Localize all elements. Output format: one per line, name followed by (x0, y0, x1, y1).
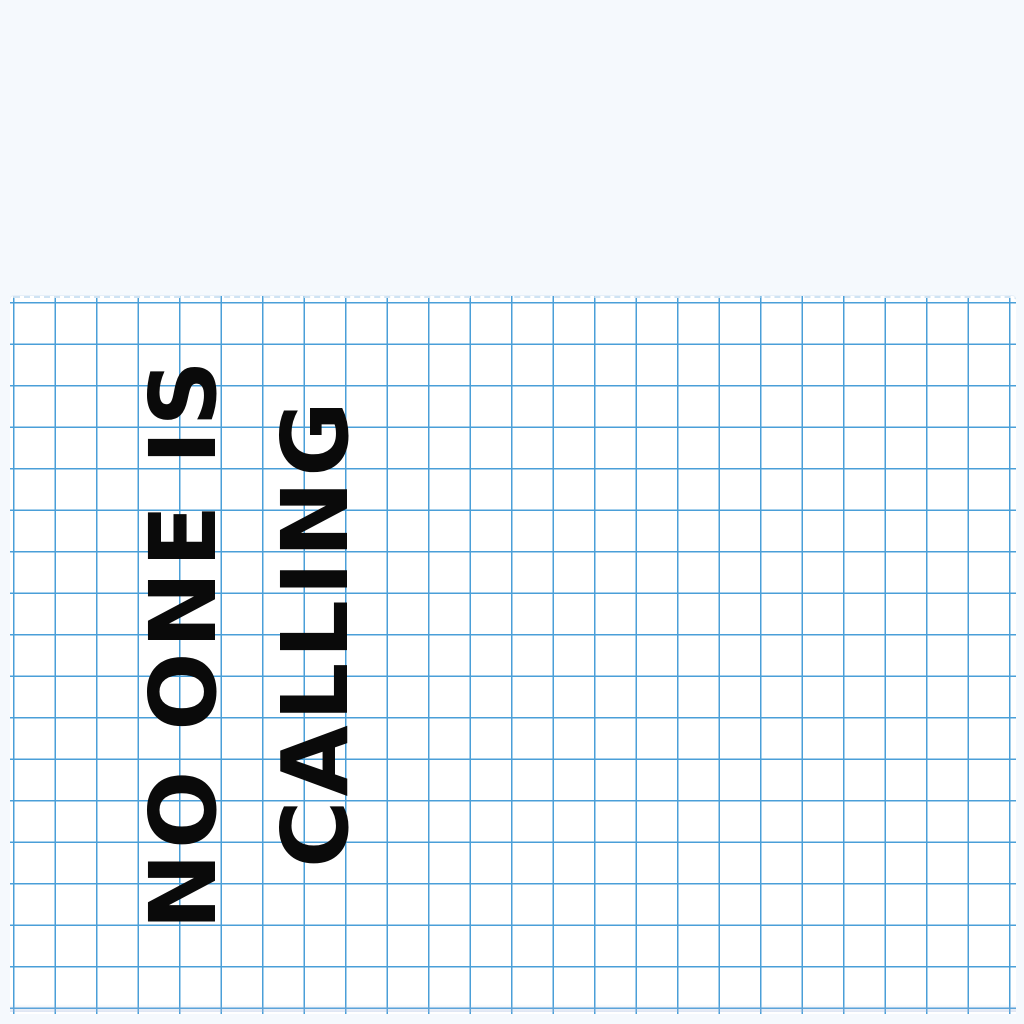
paper-bottom-edge (10, 1004, 1016, 1012)
handwritten-line-1: NO ONE IS (130, 356, 237, 930)
image-canvas: NO ONE IS CALLING (0, 0, 1024, 1024)
handwritten-line-2: CALLING (262, 397, 369, 868)
